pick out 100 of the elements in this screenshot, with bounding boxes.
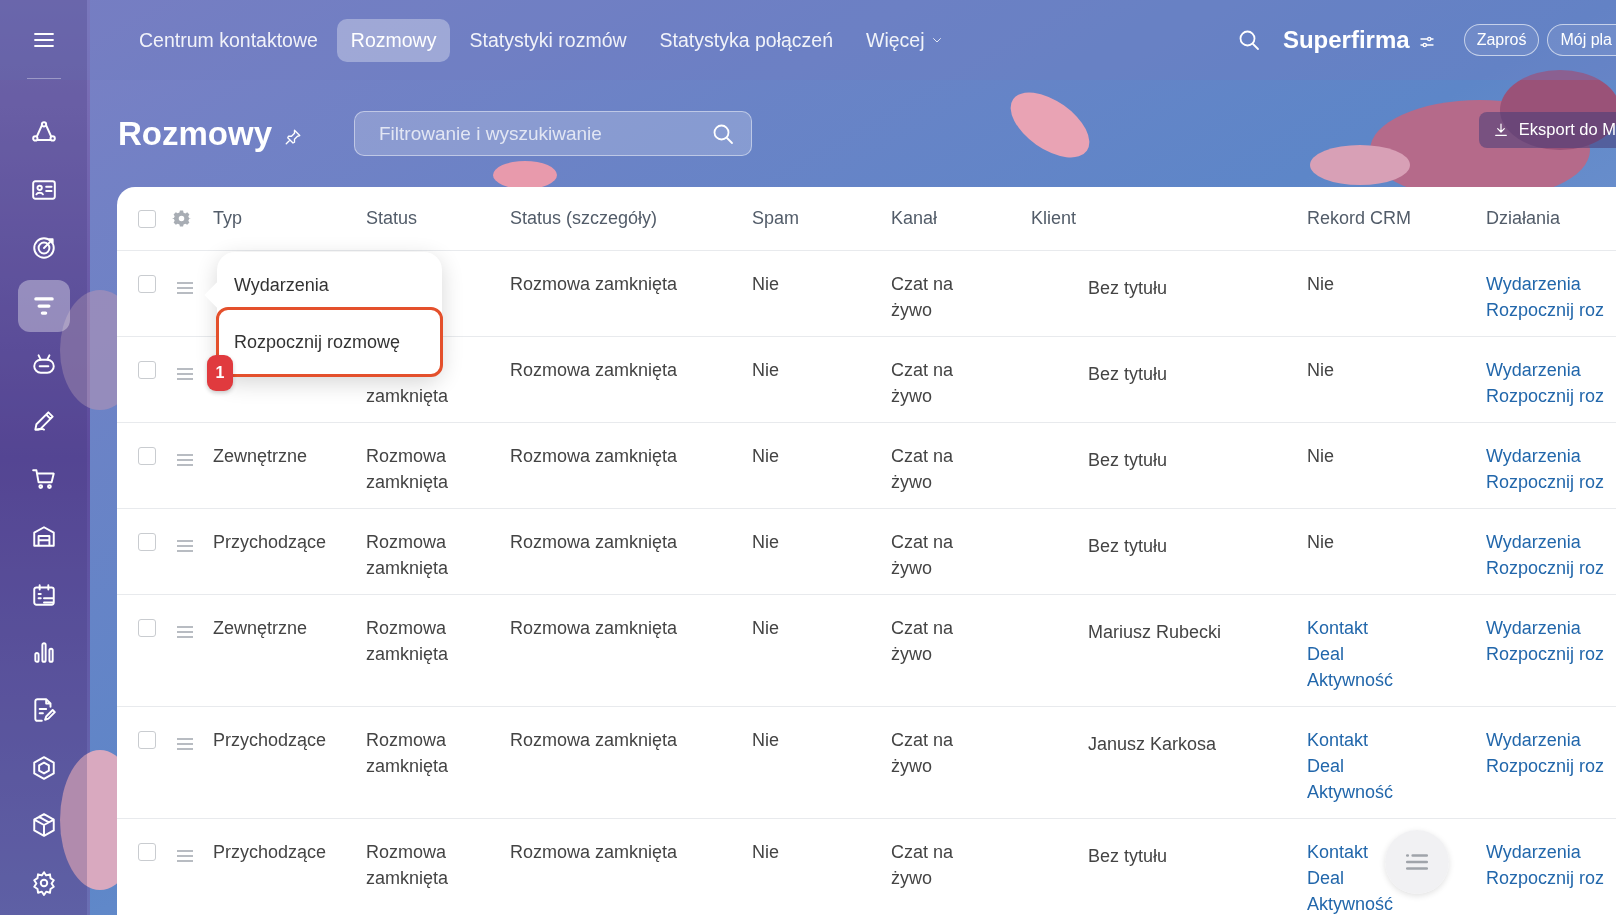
table-cell-text: Bez tytułu <box>1087 277 1169 300</box>
nav-tab[interactable]: Centrum kontaktowe <box>125 18 332 62</box>
table-cell-text: Rozmowa zamknięta <box>366 841 450 890</box>
table-cell-text: Nie <box>1307 359 1334 382</box>
header-button[interactable]: Mój pla <box>1547 24 1616 56</box>
table-cell-text: Nie <box>752 273 780 296</box>
search-field[interactable]: Filtrowanie i wyszukiwanie <box>354 111 752 156</box>
table-cell-text: Nie <box>752 841 780 864</box>
table-cell-text: Bez tytułu <box>1087 449 1169 472</box>
crm-link[interactable]: Kontakt <box>1307 615 1369 641</box>
action-link[interactable]: Rozpocznij roz <box>1486 865 1605 891</box>
target-icon <box>30 235 57 262</box>
crm-link[interactable]: Aktywność <box>1307 891 1394 915</box>
settings-icon[interactable] <box>172 209 191 228</box>
table-cell-text: Czat na żywo <box>891 617 955 666</box>
table-cell-text: Rozmowa zamknięta <box>510 359 679 382</box>
crm-link[interactable]: Deal <box>1307 865 1345 891</box>
action-link[interactable]: Rozpocznij roz <box>1486 753 1605 779</box>
action-link[interactable]: Wydarzenia <box>1486 443 1581 469</box>
checkbox[interactable] <box>138 533 156 551</box>
action-link[interactable]: Wydarzenia <box>1486 615 1581 641</box>
pin-icon[interactable] <box>284 127 302 146</box>
action-link[interactable]: Wydarzenia <box>1486 271 1581 297</box>
column-header[interactable]: Spam <box>752 208 891 229</box>
table-cell-text: Nie <box>1307 445 1334 468</box>
header-button[interactable]: Zaproś <box>1463 24 1540 56</box>
action-link[interactable]: Rozpocznij roz <box>1486 297 1605 323</box>
table-cell-text: Zewnętrzne <box>213 445 309 468</box>
drag-handle-icon[interactable] <box>175 623 195 641</box>
table-cell-text: Rozmowa zamknięta <box>510 273 679 296</box>
sidebar-item[interactable] <box>17 280 70 332</box>
action-link[interactable]: Rozpocznij roz <box>1486 469 1605 495</box>
company-name: Superfirma <box>1282 26 1410 54</box>
crm-link[interactable]: Kontakt <box>1307 727 1369 753</box>
column-header[interactable]: Klient <box>1031 208 1307 229</box>
calendar-icon <box>30 581 57 608</box>
nav-tab[interactable]: Statystyka połączeń <box>645 18 847 62</box>
table-cell-text: Czat na żywo <box>891 445 955 494</box>
checkbox[interactable] <box>138 731 156 749</box>
checkbox[interactable] <box>138 209 156 228</box>
column-header[interactable]: Status (szczegóły) <box>510 208 752 229</box>
table-cell-text: Zewnętrzne <box>213 617 309 640</box>
drag-handle-icon[interactable] <box>175 365 195 383</box>
drag-handle-icon[interactable] <box>175 537 195 555</box>
action-link[interactable]: Rozpocznij roz <box>1486 555 1605 581</box>
column-header[interactable]: Kanał <box>891 208 1031 229</box>
table-cell-text: Nie <box>752 617 780 640</box>
table-cell-text: Rozmowa zamknięta <box>510 531 679 554</box>
checkbox[interactable] <box>138 275 156 293</box>
crm-link[interactable]: Kontakt <box>1307 839 1369 865</box>
table-cell-text: Czat na żywo <box>891 273 955 322</box>
list-button[interactable] <box>1385 830 1449 894</box>
action-link[interactable]: Wydarzenia <box>1486 357 1581 383</box>
action-link[interactable]: Wydarzenia <box>1486 529 1581 555</box>
table-cell-text: Bez tytułu <box>1087 845 1169 868</box>
action-link[interactable]: Wydarzenia <box>1486 727 1581 753</box>
crm-link[interactable]: Deal <box>1307 641 1345 667</box>
action-link[interactable]: Rozpocznij roz <box>1486 641 1605 667</box>
table-cell-text: Nie <box>752 445 780 468</box>
drag-handle-icon[interactable] <box>175 847 195 865</box>
table-cell-text: Rozmowa zamknięta <box>366 729 450 778</box>
column-header[interactable]: Typ <box>213 208 366 229</box>
table-cell-text: Rozmowa zamknięta <box>366 445 450 494</box>
table-cell-text: Janusz Karkosa <box>1087 733 1218 756</box>
crm-link[interactable]: Aktywność <box>1307 779 1394 805</box>
crm-link[interactable]: Deal <box>1307 753 1345 779</box>
checkbox[interactable] <box>138 843 156 861</box>
warehouse-icon <box>30 523 57 550</box>
table-cell-text: Nie <box>752 531 780 554</box>
table-cell-text: Bez tytułu <box>1087 363 1169 386</box>
drag-handle-icon[interactable] <box>175 735 195 753</box>
table-cell-text: Czat na żywo <box>891 531 955 580</box>
action-link[interactable]: Wydarzenia <box>1486 839 1581 865</box>
table-cell-text: Bez tytułu <box>1087 535 1169 558</box>
checkbox[interactable] <box>138 447 156 465</box>
checkbox[interactable] <box>138 361 156 379</box>
download-icon <box>1492 121 1509 138</box>
column-header[interactable]: Rekord CRM <box>1307 208 1486 229</box>
column-header[interactable]: Działania <box>1486 208 1616 229</box>
table-cell-text: Przychodzące <box>213 729 328 752</box>
table-cell-text: Rozmowa zamknięta <box>510 729 679 752</box>
nav-tab[interactable]: Więcej <box>852 18 957 62</box>
nav-tab[interactable]: Statystyki rozmów <box>455 18 641 62</box>
export-button[interactable]: Eksport do M <box>1478 111 1616 148</box>
checkbox[interactable] <box>138 619 156 637</box>
page-title: Rozmowy <box>118 114 272 153</box>
drag-handle-icon[interactable] <box>175 451 195 469</box>
table-cell-text: Rozmowa zamknięta <box>510 445 679 468</box>
menu-item[interactable]: Wydarzenia <box>216 264 443 306</box>
table-cell-text: Przychodzące <box>213 531 328 554</box>
table-cell-text: Rozmowa zamknięta <box>366 617 450 666</box>
hexagon-icon <box>30 754 57 781</box>
search-input[interactable]: Filtrowanie i wyszukiwanie <box>377 121 711 146</box>
crm-link[interactable]: Aktywność <box>1307 667 1394 693</box>
table-cell-text: Mariusz Rubecki <box>1087 621 1223 644</box>
action-link[interactable]: Rozpocznij roz <box>1486 383 1605 409</box>
table-cell-text: Rozmowa zamknięta <box>366 531 450 580</box>
drag-handle-icon[interactable] <box>175 279 195 297</box>
table-cell-text: Rozmowa zamknięta <box>510 841 679 864</box>
column-header[interactable]: Status <box>366 208 510 229</box>
